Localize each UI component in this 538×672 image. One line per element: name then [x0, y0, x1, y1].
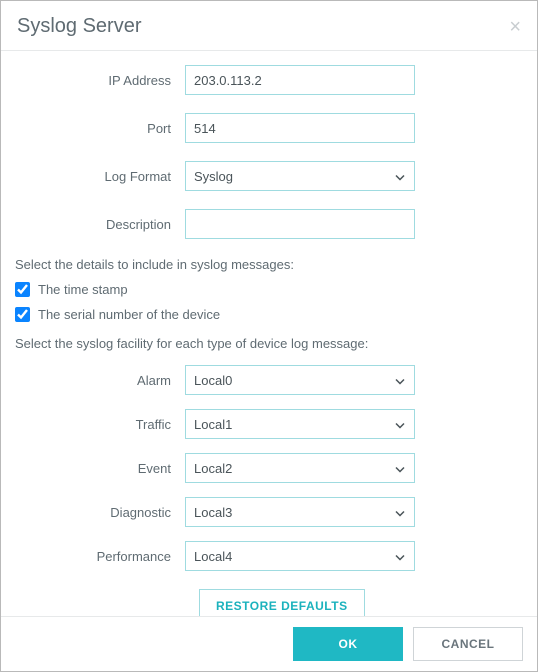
close-icon[interactable]: ×	[509, 17, 521, 37]
checkbox-timestamp[interactable]	[15, 282, 30, 297]
cancel-button[interactable]: CANCEL	[413, 627, 523, 661]
row-ip-address: IP Address	[15, 65, 523, 95]
dialog-body: IP Address Port Log Format Syslog Descri…	[1, 51, 537, 616]
check-row-timestamp: The time stamp	[15, 282, 523, 297]
select-wrap-diagnostic: Local3	[185, 497, 415, 527]
select-log-format[interactable]: Syslog	[185, 161, 415, 191]
select-wrap-performance: Local4	[185, 541, 415, 571]
select-wrap-log-format: Syslog	[185, 161, 415, 191]
label-performance: Performance	[15, 549, 185, 564]
select-alarm[interactable]: Local0	[185, 365, 415, 395]
input-port[interactable]	[185, 113, 415, 143]
label-traffic: Traffic	[15, 417, 185, 432]
syslog-server-dialog: Syslog Server × IP Address Port Log Form…	[0, 0, 538, 672]
dialog-title: Syslog Server	[17, 15, 142, 38]
restore-defaults-button[interactable]: RESTORE DEFAULTS	[199, 589, 365, 616]
label-log-format: Log Format	[15, 169, 185, 184]
input-description[interactable]	[185, 209, 415, 239]
row-port: Port	[15, 113, 523, 143]
select-wrap-event: Local2	[185, 453, 415, 483]
dialog-footer: OK CANCEL	[1, 616, 537, 671]
restore-row: RESTORE DEFAULTS	[15, 589, 523, 616]
dialog-header: Syslog Server ×	[1, 1, 537, 51]
row-performance: Performance Local4	[15, 541, 523, 571]
label-description: Description	[15, 217, 185, 232]
label-port: Port	[15, 121, 185, 136]
select-wrap-alarm: Local0	[185, 365, 415, 395]
select-traffic[interactable]: Local1	[185, 409, 415, 439]
ok-button[interactable]: OK	[293, 627, 403, 661]
row-diagnostic: Diagnostic Local3	[15, 497, 523, 527]
label-event: Event	[15, 461, 185, 476]
facility-section-text: Select the syslog facility for each type…	[15, 336, 523, 351]
include-section-text: Select the details to include in syslog …	[15, 257, 523, 272]
row-alarm: Alarm Local0	[15, 365, 523, 395]
label-checkbox-timestamp: The time stamp	[38, 282, 128, 297]
row-log-format: Log Format Syslog	[15, 161, 523, 191]
check-row-serial: The serial number of the device	[15, 307, 523, 322]
row-event: Event Local2	[15, 453, 523, 483]
label-alarm: Alarm	[15, 373, 185, 388]
select-wrap-traffic: Local1	[185, 409, 415, 439]
label-ip-address: IP Address	[15, 73, 185, 88]
select-performance[interactable]: Local4	[185, 541, 415, 571]
select-event[interactable]: Local2	[185, 453, 415, 483]
input-ip-address[interactable]	[185, 65, 415, 95]
checkbox-serial[interactable]	[15, 307, 30, 322]
select-diagnostic[interactable]: Local3	[185, 497, 415, 527]
label-diagnostic: Diagnostic	[15, 505, 185, 520]
row-traffic: Traffic Local1	[15, 409, 523, 439]
row-description: Description	[15, 209, 523, 239]
spacer	[15, 589, 199, 616]
label-checkbox-serial: The serial number of the device	[38, 307, 220, 322]
